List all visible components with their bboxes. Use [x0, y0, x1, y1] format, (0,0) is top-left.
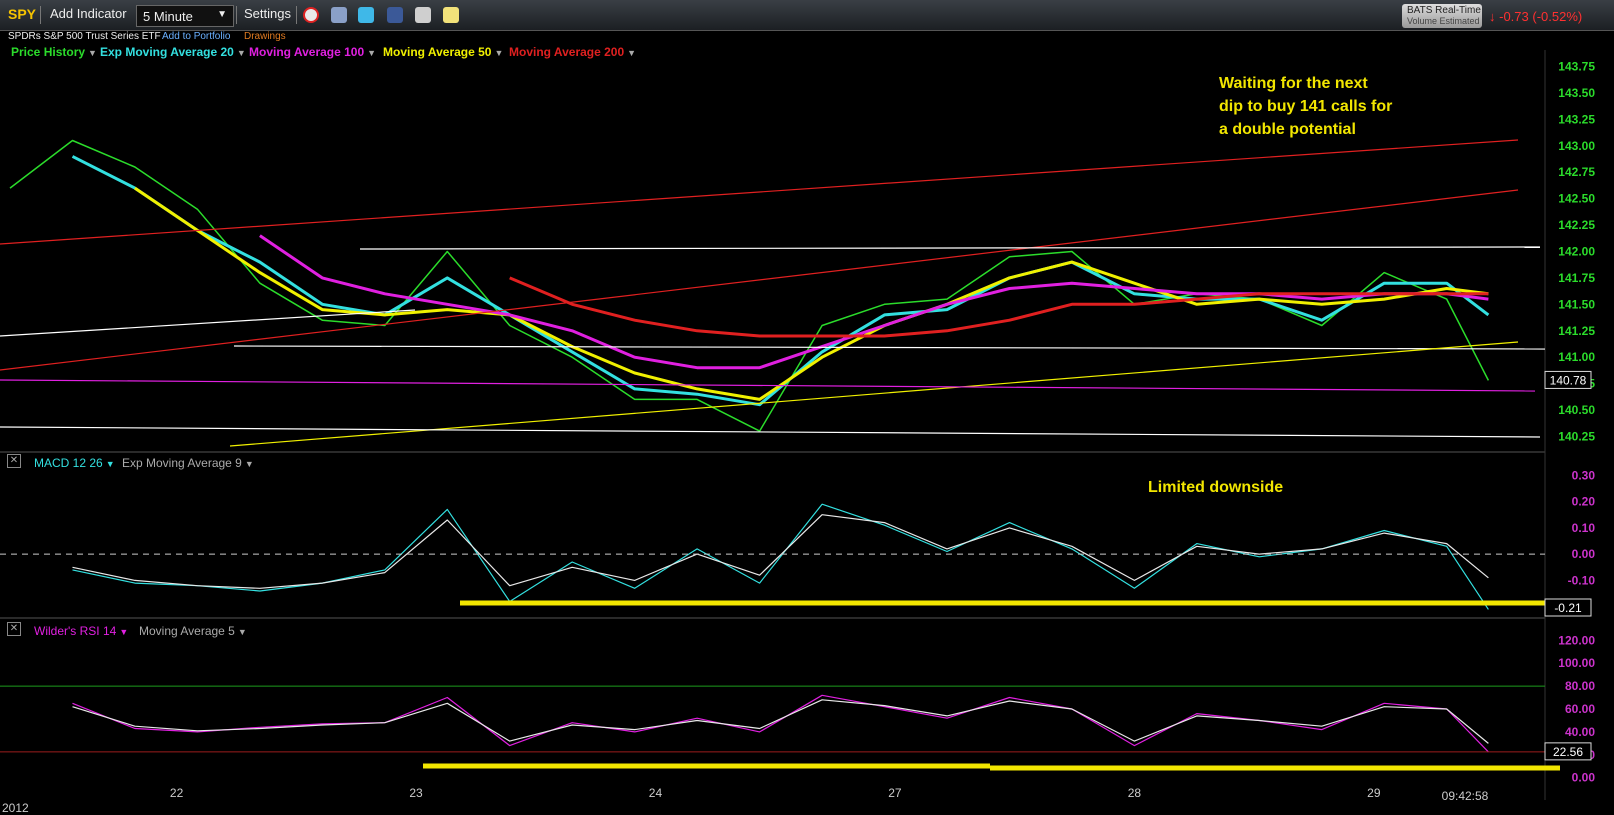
- macd-series-line: [72, 503, 1489, 610]
- price-y-tick-label: 140.50: [1558, 403, 1595, 417]
- macd-y-tick-label: 0.10: [1572, 521, 1596, 535]
- rsi-series-line: [72, 694, 1489, 753]
- price-y-tick-label: 140.25: [1558, 429, 1595, 443]
- macd-y-tick-label: 0.00: [1572, 547, 1596, 561]
- price-series-line: [9, 139, 1490, 432]
- trend-line: [233, 345, 1546, 350]
- trend-line: [0, 426, 1541, 438]
- trend-line: [359, 246, 1541, 250]
- price-y-tick-label: 142.25: [1558, 218, 1595, 232]
- rsi-last-value-label-text: 22.56: [1553, 745, 1583, 759]
- trend-line: [0, 189, 1519, 371]
- x-tick-label: 27: [888, 786, 902, 800]
- price-y-tick-label: 143.00: [1558, 139, 1595, 153]
- x-tick-label: 29: [1367, 786, 1381, 800]
- rsi-y-tick-label: 40.00: [1565, 725, 1595, 739]
- rsi-y-tick-label: 0.00: [1572, 771, 1596, 785]
- macd-y-tick-label: -0.10: [1568, 573, 1596, 587]
- rsi-y-tick-label: 60.00: [1565, 702, 1595, 716]
- price-y-tick-label: 141.00: [1558, 350, 1595, 364]
- price-y-tick-label: 142.50: [1558, 192, 1595, 206]
- macd-last-value-label: -0.21: [1544, 598, 1592, 617]
- price-y-tick-label: 143.25: [1558, 112, 1595, 126]
- chart-canvas[interactable]: 140.25140.50140.75141.00141.25141.50141.…: [0, 0, 1614, 815]
- last-price-label-text: 140.78: [1550, 373, 1587, 387]
- x-tick-label: 28: [1128, 786, 1142, 800]
- price-series-line: [71, 155, 1490, 407]
- price-y-tick-label: 141.25: [1558, 324, 1595, 338]
- x-tick-label: 23: [409, 786, 423, 800]
- macd-y-tick-label: 0.20: [1572, 495, 1596, 509]
- time-label: 09:42:58: [1442, 789, 1489, 803]
- trend-line: [229, 341, 1519, 447]
- rsi-y-tick-label: 80.00: [1565, 679, 1595, 693]
- rsi-last-value-label: 22.56: [1544, 742, 1592, 761]
- price-y-tick-label: 143.50: [1558, 86, 1595, 100]
- macd-last-value-label-text: -0.21: [1554, 601, 1582, 615]
- price-y-tick-label: 142.75: [1558, 165, 1595, 179]
- year-label: 2012: [2, 801, 29, 815]
- price-y-tick-label: 142.00: [1558, 245, 1595, 259]
- rsi-y-tick-label: 120.00: [1558, 633, 1595, 647]
- rsi-series-line: [72, 699, 1489, 744]
- x-tick-label: 24: [649, 786, 663, 800]
- trend-line: [0, 139, 1519, 245]
- price-y-tick-label: 141.75: [1558, 271, 1595, 285]
- macd-y-tick-label: 0.30: [1572, 468, 1596, 482]
- price-y-tick-label: 143.75: [1558, 60, 1595, 74]
- price-y-tick-label: 141.50: [1558, 297, 1595, 311]
- trend-line: [0, 379, 1536, 392]
- last-price-label: 140.78: [1544, 370, 1592, 389]
- macd-series-line: [72, 514, 1489, 589]
- x-tick-label: 22: [170, 786, 184, 800]
- rsi-y-tick-label: 100.00: [1558, 656, 1595, 670]
